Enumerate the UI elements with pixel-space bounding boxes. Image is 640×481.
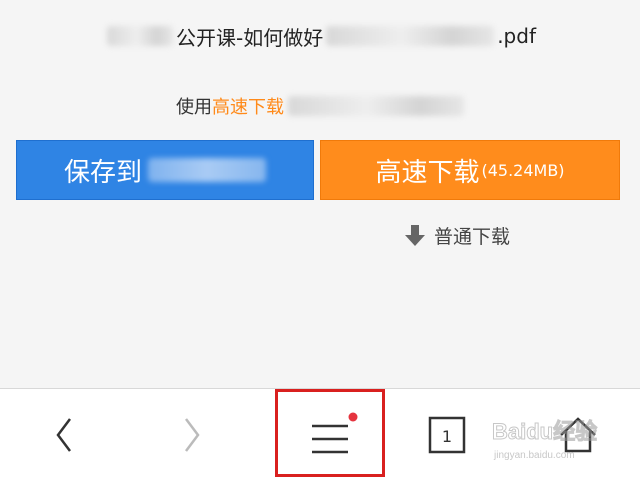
- hint-prefix: 使用: [176, 97, 212, 118]
- file-size: (45.24MB): [481, 160, 565, 180]
- fast-button-label: 高速下载: [375, 157, 480, 188]
- redacted-text: [326, 26, 495, 46]
- back-button[interactable]: [24, 389, 104, 481]
- redacted-text: [148, 158, 266, 182]
- home-button[interactable]: [538, 389, 618, 481]
- home-icon: [560, 417, 596, 453]
- file-title-extension: .pdf: [497, 24, 536, 48]
- normal-download-link[interactable]: 普通下载: [404, 218, 510, 252]
- normal-download-label: 普通下载: [434, 225, 511, 248]
- save-button-label: 保存到: [63, 157, 142, 188]
- file-title-middle: 公开课-如何做好: [175, 25, 324, 50]
- forward-button[interactable]: [152, 389, 232, 481]
- file-title: 公开课-如何做好 .pdf: [0, 0, 640, 72]
- menu-highlight-box: [275, 389, 385, 477]
- tabs-button[interactable]: 1: [412, 389, 482, 481]
- hint-accent: 高速下载: [212, 97, 284, 118]
- high-speed-download-button[interactable]: 高速下载 (45.24MB): [320, 140, 620, 200]
- tabs-icon: 1: [428, 416, 466, 454]
- download-hint: 使用 高速下载: [0, 88, 640, 124]
- redacted-text: [106, 26, 173, 46]
- bottom-toolbar: 1: [0, 388, 640, 481]
- tab-count: 1: [442, 427, 452, 446]
- chevron-right-icon: [185, 418, 200, 452]
- download-arrow-icon: [405, 225, 425, 246]
- save-to-cloud-button[interactable]: 保存到: [16, 140, 314, 200]
- chevron-left-icon: [56, 418, 71, 452]
- redacted-text: [288, 96, 464, 116]
